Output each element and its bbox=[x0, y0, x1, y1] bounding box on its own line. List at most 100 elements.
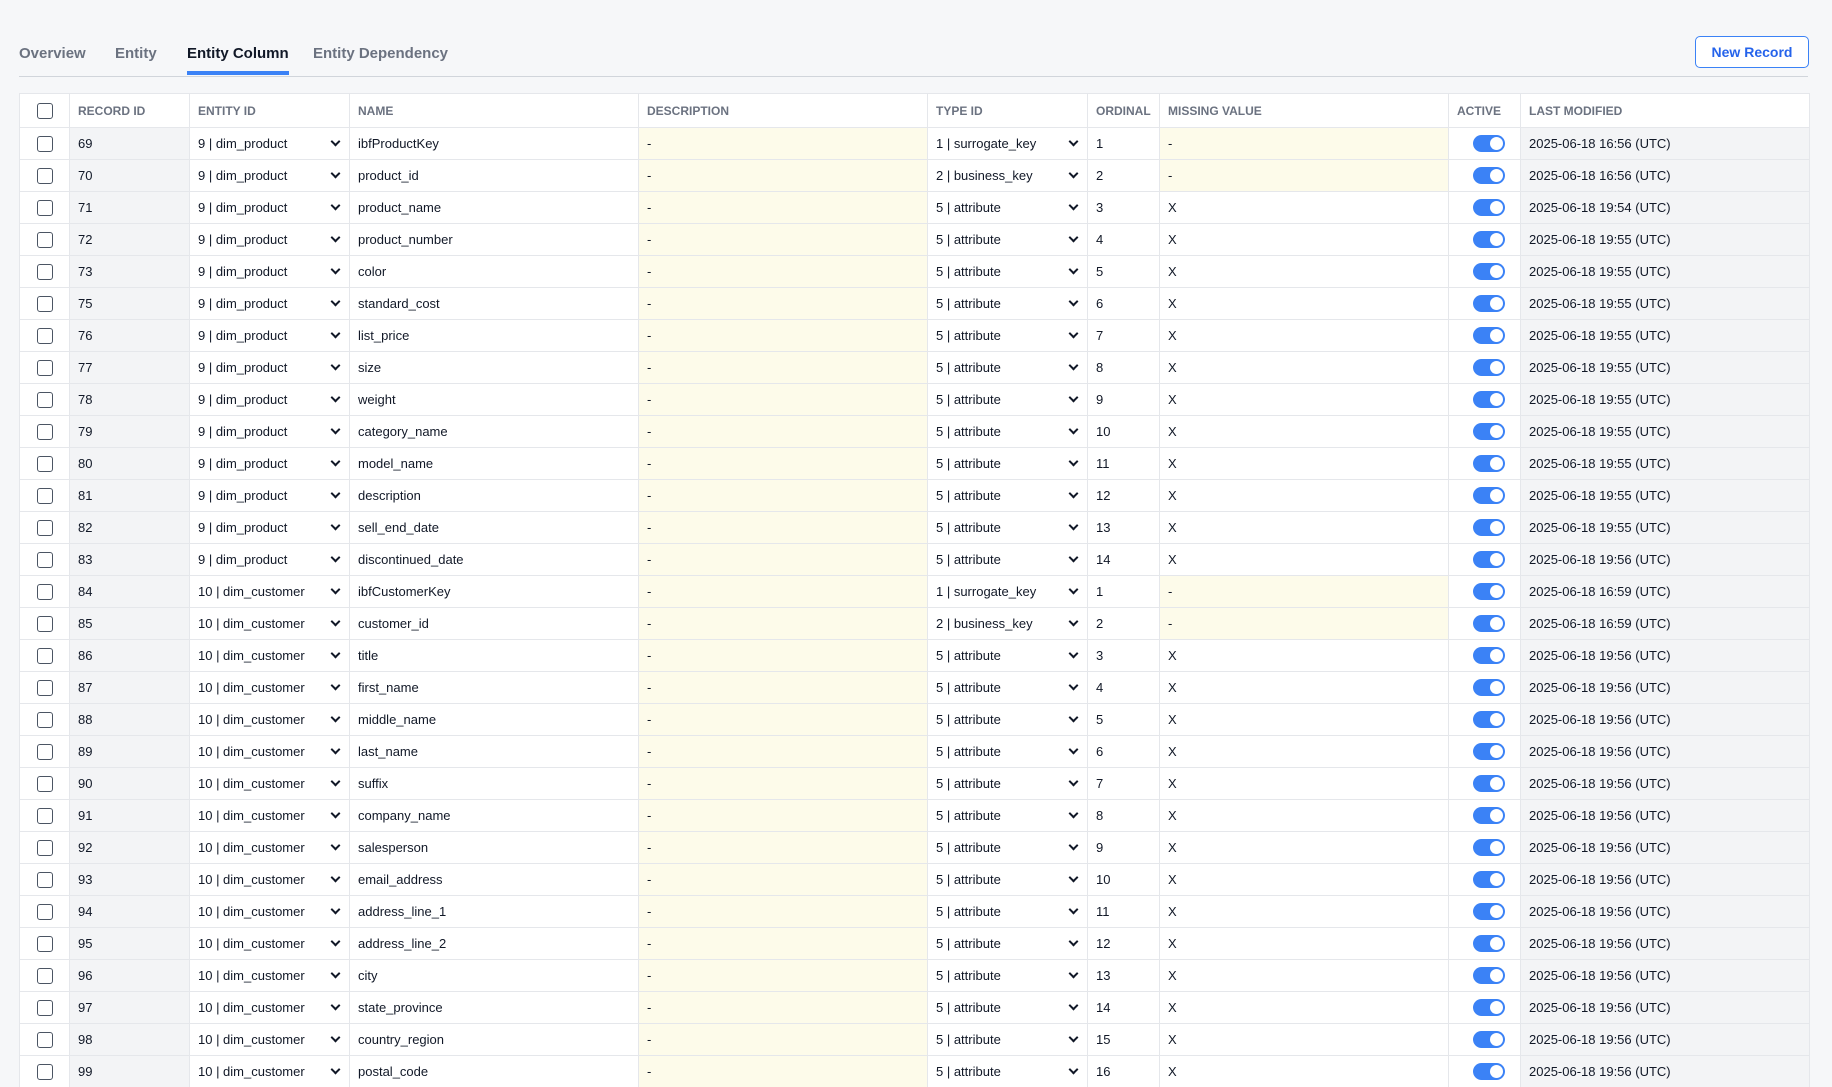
name-cell[interactable]: first_name bbox=[349, 671, 639, 704]
description-cell[interactable]: - bbox=[638, 159, 928, 192]
missing-value-cell[interactable]: X bbox=[1159, 671, 1449, 704]
missing-value-cell[interactable]: X bbox=[1159, 511, 1449, 544]
table-row[interactable]: 91 10 | dim_customer company_name -5 | attr… bbox=[19, 799, 1810, 832]
active-toggle[interactable] bbox=[1472, 871, 1505, 889]
entity-id-select[interactable]: 10 | dim_customer bbox=[198, 904, 349, 919]
entity-id-select[interactable]: 10 | dim_customer bbox=[198, 1064, 349, 1079]
table-row[interactable]: 96 10 | dim_customer city -5 | attribute 13 X… bbox=[19, 959, 1810, 992]
active-toggle[interactable] bbox=[1472, 679, 1505, 697]
name-cell[interactable]: postal_code bbox=[349, 1055, 639, 1087]
description-cell[interactable]: - bbox=[638, 927, 928, 960]
name-cell[interactable]: email_address bbox=[349, 863, 639, 896]
active-toggle[interactable] bbox=[1472, 1063, 1505, 1081]
type-id-select[interactable]: 5 | attribute bbox=[936, 648, 1087, 663]
missing-value-cell[interactable]: X bbox=[1159, 415, 1449, 448]
table-row[interactable]: 88 10 | dim_customer middle_name -5 | attri… bbox=[19, 703, 1810, 736]
active-toggle[interactable] bbox=[1472, 231, 1505, 249]
type-id-select[interactable]: 5 | attribute bbox=[936, 904, 1087, 919]
name-cell[interactable]: address_line_2 bbox=[349, 927, 639, 960]
name-cell[interactable]: standard_cost bbox=[349, 287, 639, 320]
missing-value-cell[interactable]: X bbox=[1159, 703, 1449, 736]
missing-value-cell[interactable]: - bbox=[1159, 575, 1449, 608]
missing-value-cell[interactable]: X bbox=[1159, 223, 1449, 256]
ordinal-cell[interactable]: 5 bbox=[1087, 255, 1160, 288]
name-cell[interactable]: address_line_1 bbox=[349, 895, 639, 928]
row-checkbox[interactable] bbox=[36, 263, 53, 280]
table-row[interactable]: 82 9 | dim_product sell_end_date -5 | attri… bbox=[19, 511, 1810, 544]
missing-value-cell[interactable]: - bbox=[1159, 607, 1449, 640]
col-header-description[interactable]: DESCRIPTION bbox=[638, 93, 928, 128]
active-toggle[interactable] bbox=[1472, 519, 1505, 537]
row-checkbox[interactable] bbox=[36, 679, 53, 696]
type-id-select[interactable]: 5 | attribute bbox=[936, 968, 1087, 983]
active-toggle[interactable] bbox=[1472, 967, 1505, 985]
type-id-select[interactable]: 5 | attribute bbox=[936, 712, 1087, 727]
table-row[interactable]: 76 9 | dim_product list_price -5 | attribut… bbox=[19, 319, 1810, 352]
active-toggle[interactable] bbox=[1472, 551, 1505, 569]
entity-id-select[interactable]: 10 | dim_customer bbox=[198, 808, 349, 823]
description-cell[interactable]: - bbox=[638, 671, 928, 704]
row-checkbox[interactable] bbox=[36, 391, 53, 408]
type-id-select[interactable]: 5 | attribute bbox=[936, 424, 1087, 439]
ordinal-cell[interactable]: 9 bbox=[1087, 383, 1160, 416]
type-id-select[interactable]: 5 | attribute bbox=[936, 232, 1087, 247]
table-row[interactable]: 85 10 | dim_customer customer_id -2 | busin… bbox=[19, 607, 1810, 640]
ordinal-cell[interactable]: 15 bbox=[1087, 1023, 1160, 1056]
entity-id-select[interactable]: 9 | dim_product bbox=[198, 392, 349, 407]
ordinal-cell[interactable]: 4 bbox=[1087, 671, 1160, 704]
ordinal-cell[interactable]: 13 bbox=[1087, 959, 1160, 992]
type-id-select[interactable]: 1 | surrogate_key bbox=[936, 584, 1087, 599]
active-toggle[interactable] bbox=[1472, 455, 1505, 473]
entity-id-select[interactable]: 9 | dim_product bbox=[198, 552, 349, 567]
ordinal-cell[interactable]: 2 bbox=[1087, 159, 1160, 192]
row-checkbox[interactable] bbox=[36, 167, 53, 184]
table-row[interactable]: 81 9 | dim_product description -5 | attribu… bbox=[19, 479, 1810, 512]
ordinal-cell[interactable]: 8 bbox=[1087, 351, 1160, 384]
description-cell[interactable]: - bbox=[638, 1055, 928, 1087]
entity-id-select[interactable]: 9 | dim_product bbox=[198, 264, 349, 279]
name-cell[interactable]: title bbox=[349, 639, 639, 672]
col-header-name[interactable]: NAME bbox=[349, 93, 639, 128]
type-id-select[interactable]: 5 | attribute bbox=[936, 1032, 1087, 1047]
row-checkbox[interactable] bbox=[36, 359, 53, 376]
row-checkbox[interactable] bbox=[36, 647, 53, 664]
entity-id-select[interactable]: 9 | dim_product bbox=[198, 360, 349, 375]
type-id-select[interactable]: 5 | attribute bbox=[936, 744, 1087, 759]
ordinal-cell[interactable]: 10 bbox=[1087, 415, 1160, 448]
entity-id-select[interactable]: 10 | dim_customer bbox=[198, 1032, 349, 1047]
entity-id-select[interactable]: 9 | dim_product bbox=[198, 232, 349, 247]
ordinal-cell[interactable]: 6 bbox=[1087, 735, 1160, 768]
table-row[interactable]: 75 9 | dim_product standard_cost -5 | attri… bbox=[19, 287, 1810, 320]
missing-value-cell[interactable]: X bbox=[1159, 447, 1449, 480]
entity-id-select[interactable]: 10 | dim_customer bbox=[198, 680, 349, 695]
entity-id-select[interactable]: 9 | dim_product bbox=[198, 168, 349, 183]
entity-id-select[interactable]: 10 | dim_customer bbox=[198, 584, 349, 599]
description-cell[interactable]: - bbox=[638, 127, 928, 160]
name-cell[interactable]: ibfProductKey bbox=[349, 127, 639, 160]
col-header-active[interactable]: ACTIVE bbox=[1448, 93, 1521, 128]
description-cell[interactable]: - bbox=[638, 511, 928, 544]
active-toggle[interactable] bbox=[1472, 807, 1505, 825]
row-checkbox[interactable] bbox=[36, 295, 53, 312]
ordinal-cell[interactable]: 14 bbox=[1087, 991, 1160, 1024]
row-checkbox[interactable] bbox=[36, 551, 53, 568]
missing-value-cell[interactable]: X bbox=[1159, 863, 1449, 896]
row-checkbox[interactable] bbox=[36, 903, 53, 920]
tab-entity-column[interactable]: Entity Column bbox=[187, 45, 289, 75]
name-cell[interactable]: category_name bbox=[349, 415, 639, 448]
row-checkbox[interactable] bbox=[36, 807, 53, 824]
missing-value-cell[interactable]: X bbox=[1159, 927, 1449, 960]
entity-id-select[interactable]: 10 | dim_customer bbox=[198, 872, 349, 887]
col-header-type-id[interactable]: TYPE ID bbox=[927, 93, 1088, 128]
active-toggle[interactable] bbox=[1472, 583, 1505, 601]
type-id-select[interactable]: 5 | attribute bbox=[936, 456, 1087, 471]
name-cell[interactable]: last_name bbox=[349, 735, 639, 768]
ordinal-cell[interactable]: 13 bbox=[1087, 511, 1160, 544]
name-cell[interactable]: product_name bbox=[349, 191, 639, 224]
description-cell[interactable]: - bbox=[638, 831, 928, 864]
row-checkbox[interactable] bbox=[36, 423, 53, 440]
type-id-select[interactable]: 5 | attribute bbox=[936, 360, 1087, 375]
entity-id-select[interactable]: 9 | dim_product bbox=[198, 520, 349, 535]
row-checkbox[interactable] bbox=[36, 935, 53, 952]
active-toggle[interactable] bbox=[1472, 135, 1505, 153]
